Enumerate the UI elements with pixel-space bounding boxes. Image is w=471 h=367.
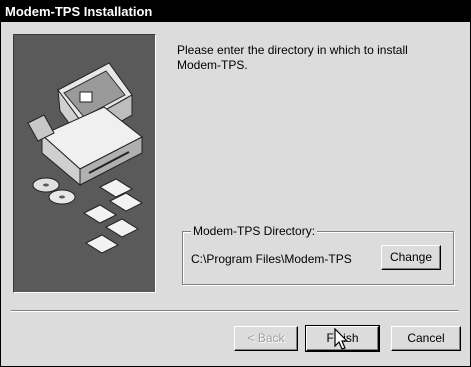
change-button[interactable]: Change [381, 245, 441, 270]
setup-illustration [13, 34, 156, 293]
title-bar[interactable]: Modem-TPS Installation [1, 1, 470, 22]
cancel-button[interactable]: Cancel [391, 326, 461, 351]
directory-group-label: Modem-TPS Directory: [191, 224, 318, 238]
install-path: C:\Program Files\Modem-TPS [191, 252, 352, 266]
mouse-pointer-icon [334, 328, 349, 350]
back-button[interactable]: < Back [234, 326, 298, 351]
instruction-text: Please enter the directory in which to i… [177, 43, 408, 72]
computer-with-disks-icon [27, 62, 144, 254]
window-title: Modem-TPS Installation [5, 4, 153, 19]
installer-window: Modem-TPS Installation Please enter the … [0, 0, 471, 367]
separator [11, 310, 459, 312]
